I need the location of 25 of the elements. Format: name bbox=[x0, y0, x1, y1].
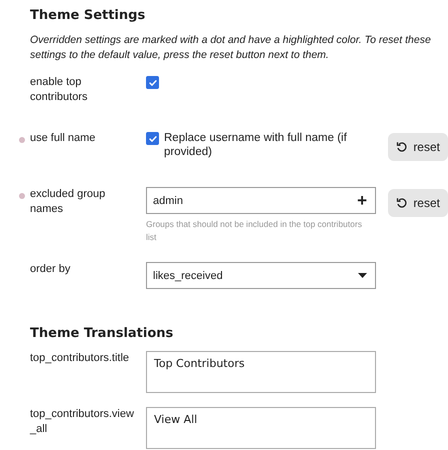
description-text: Overridden settings are marked with a dot and have a highlighted color. To reset these settings to the default value, press the reset button next to them. bbox=[30, 33, 432, 63]
checkmark-icon bbox=[148, 134, 158, 144]
input-field[interactable]: admin + bbox=[146, 187, 376, 214]
section-title: Theme Settings bbox=[30, 8, 146, 23]
checkbox[interactable] bbox=[146, 132, 159, 145]
setting-label: top_contributors.title bbox=[30, 351, 130, 366]
undo-icon bbox=[396, 141, 408, 153]
setting-label: excluded group names bbox=[30, 187, 106, 217]
add-button[interactable]: + bbox=[357, 190, 367, 210]
dropdown[interactable]: likes_received bbox=[146, 262, 376, 289]
reset-button[interactable]: reset bbox=[388, 189, 448, 217]
section-title: Theme Translations bbox=[30, 326, 174, 341]
hint-text: Groups that should not be included in the top contributors list bbox=[146, 218, 363, 244]
setting-label: enable top contributors bbox=[30, 75, 88, 105]
checkbox-label: Replace username with full name (if provided) bbox=[164, 131, 348, 159]
text-area[interactable]: Top Contributors bbox=[146, 351, 376, 393]
checkmark-icon bbox=[148, 78, 158, 88]
caret-icon bbox=[358, 273, 367, 278]
text-area[interactable]: View All bbox=[146, 407, 376, 449]
reset-button[interactable]: reset bbox=[388, 133, 448, 161]
checkbox[interactable] bbox=[146, 76, 159, 89]
undo-icon bbox=[396, 197, 408, 209]
setting-label: use full name bbox=[30, 131, 96, 146]
setting-label: top_contributors.view_all bbox=[30, 407, 135, 437]
setting-label: order by bbox=[30, 262, 72, 277]
